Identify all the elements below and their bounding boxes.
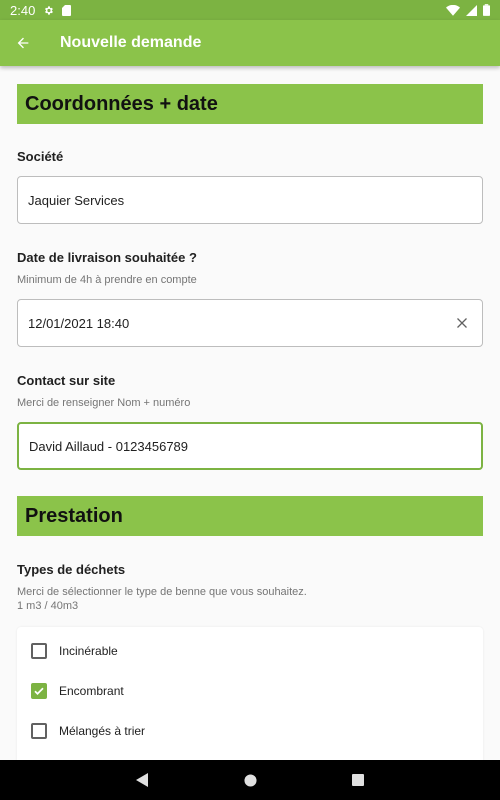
checkbox[interactable] <box>31 723 47 739</box>
date-livraison-label: Date de livraison souhaitée ? <box>17 250 197 265</box>
checkbox-item-encombrant[interactable]: Encombrant <box>17 671 483 711</box>
date-livraison-value: 12/01/2021 18:40 <box>28 315 130 331</box>
date-livraison-hint: Minimum de 4h à prendre en compte <box>17 274 197 286</box>
section-header-coordonnees: Coordonnées + date <box>17 84 483 124</box>
contact-value: David Aillaud - 0123456789 <box>29 438 189 454</box>
contact-field[interactable]: David Aillaud - 0123456789 <box>17 422 483 470</box>
signal-icon <box>466 4 477 16</box>
arrow-back-icon <box>17 37 29 49</box>
recents-square-icon <box>352 774 364 786</box>
types-dechets-hint: Merci de sélectionner le type de benne q… <box>17 585 483 613</box>
form-content[interactable]: Coordonnées + date Société Jaquier Servi… <box>0 66 500 760</box>
contact-label: Contact sur site <box>17 373 116 388</box>
back-triangle-icon <box>136 773 148 787</box>
section-header-prestation: Prestation <box>17 496 483 536</box>
checkbox-item-melanges[interactable]: Mélangés à trier <box>17 711 483 751</box>
check-icon <box>34 687 44 695</box>
wifi-icon <box>446 4 460 16</box>
societe-value: Jaquier Services <box>28 192 125 208</box>
checkbox-item-incinerable[interactable]: Incinérable <box>17 631 483 671</box>
settings-icon <box>43 5 54 16</box>
status-bar: 2:40 <box>0 0 500 20</box>
types-dechets-hint-line2: 1 m3 / 40m3 <box>17 600 79 612</box>
date-livraison-field[interactable]: 12/01/2021 18:40 <box>17 299 483 347</box>
checkbox[interactable] <box>31 643 47 659</box>
societe-label: Société <box>17 149 64 164</box>
checkbox-item-partial[interactable] <box>17 751 483 760</box>
page-title: Nouvelle demande <box>60 34 202 51</box>
nav-home-button[interactable] <box>238 768 262 792</box>
types-dechets-list: Incinérable Encombrant Mélangés à trier <box>17 627 483 760</box>
home-circle-icon <box>243 773 257 787</box>
back-button[interactable] <box>0 20 46 66</box>
checkbox-label: Mélangés à trier <box>59 724 146 738</box>
clear-date-button[interactable] <box>452 313 472 333</box>
close-icon <box>457 318 467 328</box>
app-bar: Nouvelle demande <box>0 20 500 66</box>
societe-field[interactable]: Jaquier Services <box>17 176 483 224</box>
types-dechets-label: Types de déchets <box>17 562 126 577</box>
battery-icon <box>483 4 490 16</box>
nav-back-button[interactable] <box>130 768 154 792</box>
sim-card-icon <box>62 4 72 16</box>
checkbox-label: Encombrant <box>59 684 124 698</box>
system-nav-bar <box>0 760 500 800</box>
nav-recents-button[interactable] <box>346 768 370 792</box>
types-dechets-hint-line1: Merci de sélectionner le type de benne q… <box>17 586 307 598</box>
contact-hint: Merci de renseigner Nom + numéro <box>17 397 191 409</box>
checkbox-checked[interactable] <box>31 683 47 699</box>
checkbox-label: Incinérable <box>59 644 118 658</box>
status-time: 2:40 <box>10 2 36 18</box>
